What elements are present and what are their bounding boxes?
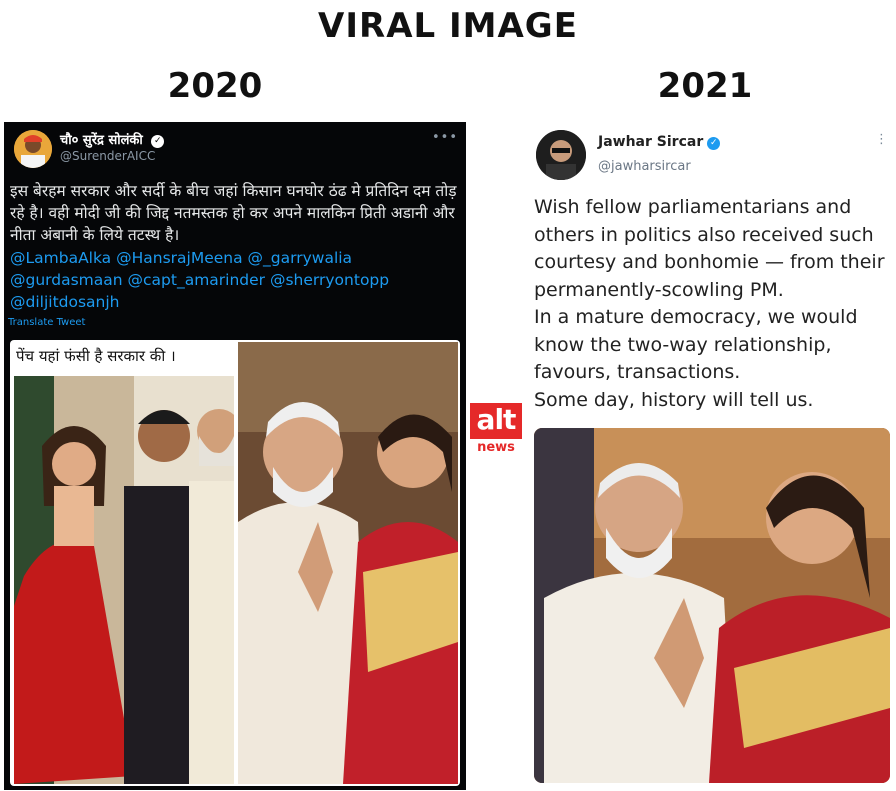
- tweet-paragraph: Wish fellow parliamentarians and others …: [534, 196, 885, 301]
- more-options-icon[interactable]: •••: [432, 130, 458, 145]
- avatar[interactable]: [14, 130, 52, 168]
- verified-badge-icon: ✓: [707, 137, 721, 150]
- translate-tweet-link[interactable]: Translate Tweet: [8, 317, 85, 328]
- author-name-text: Jawhar Sircar: [598, 134, 704, 150]
- tweet-author-handle[interactable]: @jawharsircar: [598, 159, 691, 174]
- tweet-author-handle[interactable]: @SurenderAICC: [60, 149, 155, 163]
- avatar[interactable]: [536, 130, 586, 180]
- tweet-text: इस बेरहम सरकार और सर्दी के बीच जहां किसा…: [10, 182, 457, 244]
- tweet-paragraph: Some day, history will tell us.: [534, 388, 814, 411]
- tweet-mentions[interactable]: @LambaAlka @HansrajMeena @_garrywalia @g…: [10, 247, 460, 313]
- logo-text-news: news: [477, 440, 515, 455]
- tweet-image-right[interactable]: [534, 428, 890, 783]
- author-name-text: चौ० सुरेंद्र सोलंकी: [60, 133, 143, 148]
- photo-right-panel: [238, 342, 458, 784]
- photo-left-panel: [14, 376, 234, 784]
- tweet-text: Wish fellow parliamentarians and others …: [534, 194, 888, 414]
- tweet-author-name[interactable]: Jawhar Sircar ✓: [598, 134, 721, 150]
- tweet-author-name[interactable]: चौ० सुरेंद्र सोलंकी ✓: [60, 130, 165, 148]
- tweet-image-left[interactable]: पेंच यहां फंसी है सरकार की ।: [10, 340, 460, 786]
- verified-badge-icon: ✓: [151, 135, 165, 148]
- tweet-paragraph: In a mature democracy, we would know the…: [534, 306, 858, 383]
- photo-panel: [534, 428, 890, 783]
- tweet-card-right: Jawhar Sircar ✓ @jawharsircar ⋮ Wish fell…: [528, 122, 892, 790]
- page-heading: VIRAL IMAGE: [318, 6, 578, 46]
- logo-text-alt: alt: [476, 403, 517, 436]
- image-caption: पेंच यहां फंसी है सरकार की ।: [16, 347, 176, 365]
- tweet-card-left: चौ० सुरेंद्र सोलंकी ✓ @SurenderAICC ••• …: [4, 122, 466, 790]
- alt-news-logo: alt news: [470, 403, 522, 455]
- year-label-right: 2021: [657, 66, 753, 106]
- year-label-left: 2020: [167, 66, 263, 106]
- more-options-icon[interactable]: ⋮: [875, 132, 888, 147]
